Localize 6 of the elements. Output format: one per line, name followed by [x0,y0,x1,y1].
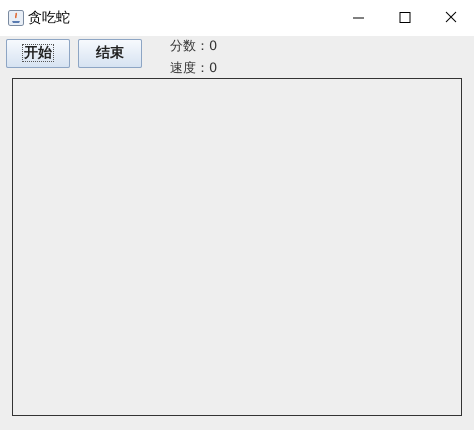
stat-label: 速度：0 [170,60,218,78]
app-icon [8,10,24,26]
stat-label: 分数：0 [170,38,218,56]
window-title: 贪吃蛇 [28,8,70,28]
game-button[interactable]: 开始 [6,39,70,68]
game-button[interactable]: 结束 [78,39,142,68]
